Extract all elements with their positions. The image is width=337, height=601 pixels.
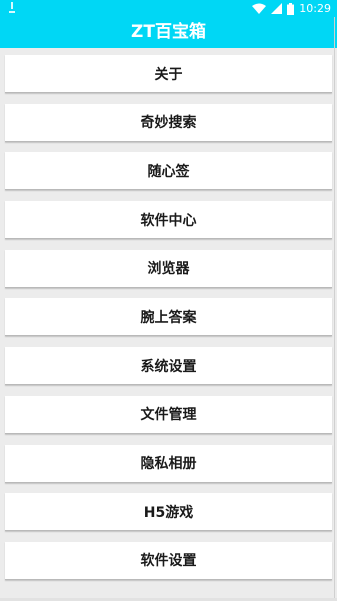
menu-item-label: H5游戏 [143,504,194,521]
menu-item-label: 奇妙搜索 [140,115,197,132]
signal-icon [271,3,283,14]
menu-item-label: 软件设置 [140,553,197,570]
menu-item-label: 文件管理 [140,407,197,424]
app-title: ZT百宝箱 [131,22,206,42]
wifi-icon [252,3,267,14]
menu-item-label: 关于 [154,66,183,83]
status-icons: 10:29 [252,1,331,16]
menu-item-wrist-answers[interactable]: 腕上答案 [5,298,332,337]
menu-item-h5-games[interactable]: H5游戏 [5,493,332,532]
notification-icon [9,2,15,13]
menu-item-label: 浏览器 [147,261,190,278]
status-bar: 10:29 [0,0,337,17]
menu-item-browser[interactable]: 浏览器 [5,249,332,288]
menu-item-system-settings[interactable]: 系统设置 [5,347,332,386]
menu-item-about[interactable]: 关于 [5,55,332,93]
app-bar: ZT百宝箱 [0,17,337,48]
menu-item-app-settings[interactable]: 软件设置 [5,541,332,580]
menu-item-app-center[interactable]: 软件中心 [5,201,332,240]
menu-item-signature[interactable]: 随心签 [5,152,332,191]
menu-item-label: 随心签 [147,163,190,180]
menu-item-label: 系统设置 [140,358,197,375]
menu-item-label: 腕上答案 [140,309,197,326]
menu-item-private-album[interactable]: 隐私相册 [5,444,332,483]
battery-icon [287,2,295,15]
scroll-edge [334,17,335,601]
status-time: 10:29 [299,2,331,15]
menu-item-search[interactable]: 奇妙搜索 [5,103,332,142]
menu-item-file-manager[interactable]: 文件管理 [5,395,332,434]
menu-list: 关于 奇妙搜索 随心签 软件中心 浏览器 腕上答案 系统设置 文件管理 隐私相册… [5,55,332,591]
menu-item-label: 软件中心 [140,212,197,229]
menu-item-label: 隐私相册 [140,456,197,472]
